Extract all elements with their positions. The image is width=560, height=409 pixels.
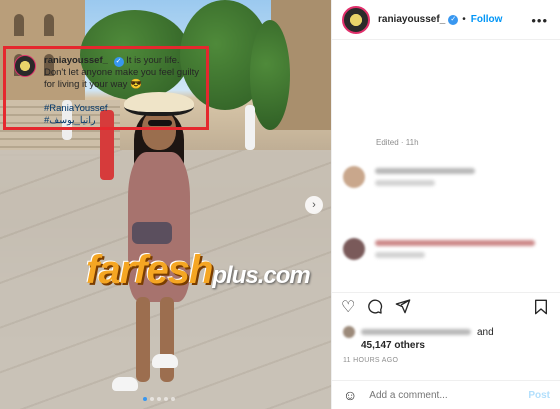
caption-username[interactable]: raniayoussef_ [44, 55, 108, 66]
sunglasses-emoji: 😎 [130, 79, 142, 90]
add-comment-row: ☺ Post [331, 380, 560, 409]
comment-row [343, 166, 475, 188]
share-icon[interactable] [395, 298, 411, 318]
bystander [245, 105, 255, 150]
heart-icon[interactable]: ♡ [341, 299, 355, 316]
verified-icon: ✓ [113, 57, 124, 67]
comment-icon[interactable] [367, 298, 383, 318]
post-header: raniayoussef_ ✓ • Follow ••• [332, 0, 560, 40]
emoji-icon[interactable]: ☺ [343, 387, 357, 403]
avatar[interactable] [342, 5, 370, 34]
likes-count[interactable]: 45,147 others [361, 340, 425, 351]
hashtag-en[interactable]: #RaniaYoussef [44, 103, 200, 115]
caption-avatar[interactable] [14, 55, 36, 77]
post-time: 11 HOURS AGO [343, 357, 399, 364]
tree [250, 20, 290, 130]
more-options-icon[interactable]: ••• [531, 13, 548, 28]
likes-and: and [477, 326, 494, 338]
post-button[interactable]: Post [528, 390, 550, 401]
action-bar: ♡ [331, 292, 560, 322]
woman-figure [112, 92, 202, 402]
username[interactable]: raniayoussef_ [378, 14, 445, 25]
separator-dot: • [462, 14, 466, 25]
chevron-right-icon[interactable]: › [305, 196, 323, 214]
hashtag-ar[interactable]: #رانيا_يوسف [44, 115, 200, 127]
comment-row [343, 238, 535, 260]
verified-icon: ✓ [448, 14, 459, 25]
caption-highlight: raniayoussef_ ✓ It is your life. Don't l… [3, 46, 209, 130]
comment-avatar [343, 238, 365, 260]
watermark: farfeshplus.com [86, 248, 311, 292]
carousel-dots [143, 397, 175, 401]
comment-avatar [343, 166, 365, 188]
follow-button[interactable]: Follow [471, 14, 503, 25]
caption: raniayoussef_ ✓ It is your life. Don't l… [44, 55, 200, 127]
liker-avatar [343, 326, 355, 338]
bookmark-icon[interactable] [534, 299, 548, 320]
likes-summary[interactable]: and 45,147 others [343, 326, 494, 351]
edited-timestamp: Edited · 11h [376, 138, 419, 147]
comment-input[interactable] [369, 389, 520, 401]
